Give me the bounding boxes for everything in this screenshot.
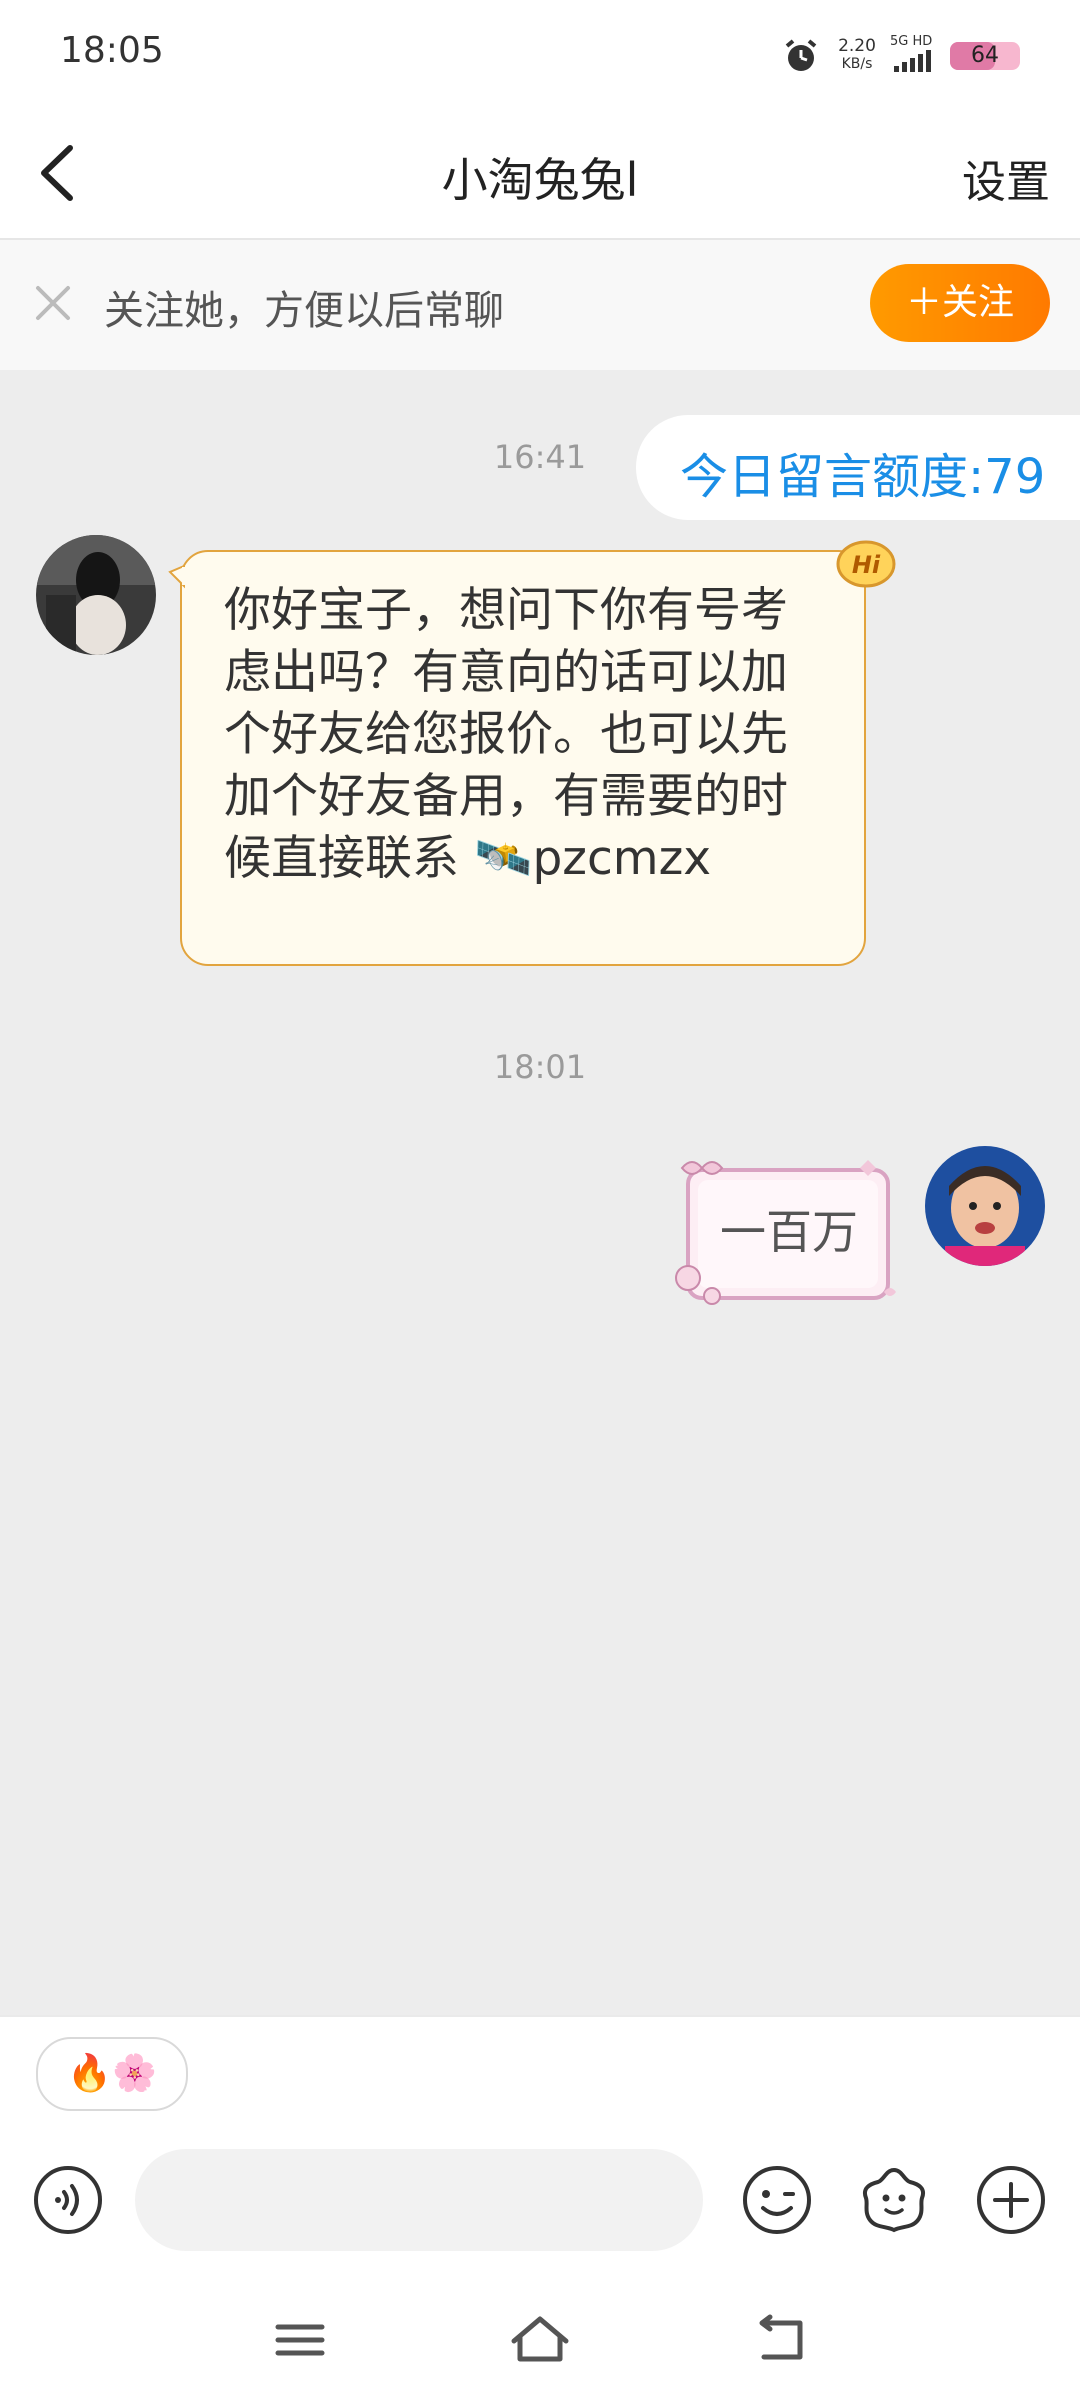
received-message-bubble[interactable]: 你好宝子，想问下你有号考虑出吗？有意向的话可以加个好友给您报价。也可以先加个好友… xyxy=(168,550,866,966)
message-input[interactable] xyxy=(135,2149,703,2251)
network-speed: 2.20 KB/s xyxy=(833,37,881,73)
received-message-text: 你好宝子，想问下你有号考虑出吗？有意向的话可以加个好友给您报价。也可以先加个好友… xyxy=(224,583,788,886)
input-bar xyxy=(0,2125,1080,2275)
page-title: 小淘兔兔l xyxy=(441,153,639,207)
contact-avatar[interactable] xyxy=(36,535,156,655)
message-timestamp: 18:01 xyxy=(493,1048,587,1086)
network-speed-unit: KB/s xyxy=(841,56,873,72)
system-nav-bar xyxy=(0,2275,1080,2400)
settings-button[interactable]: 设置 xyxy=(962,146,1050,210)
plus-icon[interactable] xyxy=(975,2164,1047,2236)
quota-text: 今日留言额度:79 xyxy=(680,449,1046,505)
follow-banner: 关注她，方便以后常聊 ＋关注 xyxy=(0,240,1080,370)
follow-prompt-text: 关注她，方便以后常聊 xyxy=(104,288,504,334)
status-bar: 18:05 2.20 KB/s 5G HD 64 xyxy=(0,0,1080,110)
status-time: 18:05 xyxy=(60,30,164,71)
user-avatar[interactable] xyxy=(925,1146,1045,1266)
network-speed-value: 2.20 xyxy=(838,36,876,56)
signal-indicator: 5G HD xyxy=(888,34,940,76)
voice-icon[interactable] xyxy=(32,2164,104,2236)
hi-badge: Hi xyxy=(836,540,896,592)
sent-message-text: 一百万 xyxy=(720,1205,858,1259)
follow-button[interactable]: ＋关注 xyxy=(870,264,1050,342)
close-icon[interactable] xyxy=(30,280,76,326)
sticker-icon[interactable] xyxy=(858,2164,930,2236)
emoji-shortcut-pill[interactable]: 🔥🌸 xyxy=(36,2037,188,2111)
battery-indicator: 64 xyxy=(950,42,1020,70)
home-icon[interactable] xyxy=(508,2311,572,2367)
sent-message-bubble[interactable]: 一百万 xyxy=(672,1150,904,1318)
battery-level: 64 xyxy=(971,43,999,68)
contact-avatar-image xyxy=(36,535,156,655)
alarm-icon xyxy=(785,39,817,71)
quota-banner: 今日留言额度:79 xyxy=(636,415,1080,520)
hi-badge-text: Hi xyxy=(852,551,881,579)
signal-bars-icon xyxy=(894,50,931,72)
quick-reply-bar: 🔥🌸 xyxy=(0,2015,1080,2127)
chat-area[interactable]: 16:41 今日留言额度:79 你好宝子，想问下你有号考虑出吗？有意向的话可以加… xyxy=(0,370,1080,2015)
back-nav-icon[interactable] xyxy=(752,2313,812,2365)
user-avatar-image xyxy=(925,1146,1045,1266)
chat-header: 小淘兔兔l 设置 xyxy=(0,110,1080,240)
menu-icon[interactable] xyxy=(270,2315,330,2365)
bubble-tail xyxy=(168,564,186,589)
emoji-icon[interactable] xyxy=(741,2164,813,2236)
